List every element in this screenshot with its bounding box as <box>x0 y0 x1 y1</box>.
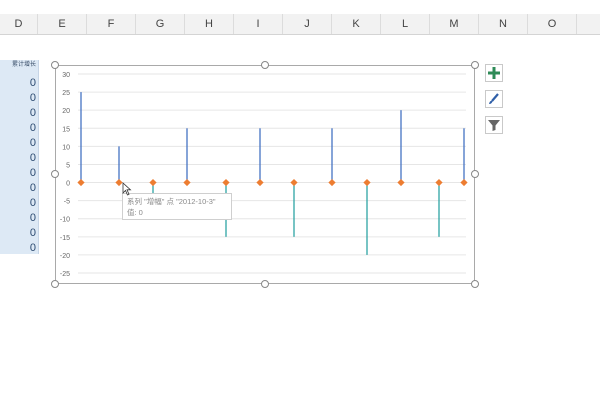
cell-value[interactable]: 0 <box>0 92 36 104</box>
mouse-cursor-icon <box>122 182 132 196</box>
column-header-bar: DEFGHIJKLMNO <box>0 14 600 35</box>
y-tick-label: 20 <box>62 108 70 115</box>
resize-handle[interactable] <box>471 61 479 69</box>
cell-value[interactable]: 0 <box>0 152 36 164</box>
cell-value[interactable]: 0 <box>0 137 36 149</box>
data-point-marker[interactable] <box>435 178 443 187</box>
chart-tooltip: 系列 "增幅" 点 "2012-10-3" 值: 0 <box>122 193 232 220</box>
data-column-cells[interactable]: 累计增长 0 0 0 0 0 0 0 0 0 0 0 0 <box>0 60 39 254</box>
y-tick-label: -15 <box>60 235 70 242</box>
data-point-marker[interactable] <box>149 178 157 187</box>
y-tick-label: -25 <box>60 271 70 278</box>
y-tick-label: 5 <box>66 162 70 169</box>
column-header-d[interactable]: D <box>0 14 38 34</box>
column-header-k[interactable]: K <box>332 14 381 34</box>
resize-handle[interactable] <box>51 61 59 69</box>
column-header-f[interactable]: F <box>87 14 136 34</box>
y-tick-label: 25 <box>62 90 70 97</box>
chart-svg: 30 25 20 15 10 5 0 -5 -10 -15 -20 -25 <box>60 72 468 278</box>
plus-icon <box>488 67 500 79</box>
data-point-marker[interactable] <box>290 178 298 187</box>
cell-value[interactable]: 0 <box>0 197 36 209</box>
column-header-n[interactable]: N <box>479 14 528 34</box>
data-point-marker[interactable] <box>183 178 191 187</box>
y-tick-label: 0 <box>66 181 70 188</box>
column-header-j[interactable]: J <box>283 14 332 34</box>
resize-handle[interactable] <box>51 170 59 178</box>
y-tick-label: 30 <box>62 72 70 79</box>
data-point-marker[interactable] <box>397 178 405 187</box>
cell-value[interactable]: 0 <box>0 167 36 179</box>
column-header-h[interactable]: H <box>185 14 234 34</box>
add-chart-element-button[interactable] <box>485 64 503 82</box>
cell-value[interactable]: 0 <box>0 77 36 89</box>
y-tick-label: -5 <box>64 199 70 206</box>
data-point-marker[interactable] <box>460 178 468 187</box>
cell-value[interactable]: 0 <box>0 227 36 239</box>
chart-style-button[interactable] <box>485 90 503 108</box>
resize-handle[interactable] <box>471 170 479 178</box>
cell-value[interactable]: 0 <box>0 122 36 134</box>
filter-icon <box>488 120 500 131</box>
y-tick-label: -10 <box>60 217 70 224</box>
cell-value[interactable]: 0 <box>0 242 36 254</box>
chart-filter-button[interactable] <box>485 116 503 134</box>
data-point-marker[interactable] <box>256 178 264 187</box>
tooltip-series-label: 系列 "增幅" 点 "2012-10-3" <box>127 197 216 206</box>
resize-handle[interactable] <box>471 280 479 288</box>
cell-header[interactable]: 累计增长 <box>0 62 36 68</box>
column-header-g[interactable]: G <box>136 14 185 34</box>
resize-handle[interactable] <box>261 280 269 288</box>
cell-value[interactable]: 0 <box>0 212 36 224</box>
resize-handle[interactable] <box>51 280 59 288</box>
tooltip-value-label: 值: 0 <box>127 208 143 217</box>
column-header-m[interactable]: M <box>430 14 479 34</box>
y-tick-label: -20 <box>60 253 70 260</box>
cell-value[interactable]: 0 <box>0 107 36 119</box>
data-point-marker[interactable] <box>77 178 85 187</box>
column-header-i[interactable]: I <box>234 14 283 34</box>
chart-area[interactable]: 30 25 20 15 10 5 0 -5 -10 -15 -20 -25 <box>55 65 475 284</box>
data-point-marker[interactable] <box>363 178 371 187</box>
y-tick-label: 15 <box>62 126 70 133</box>
data-point-marker[interactable] <box>222 178 230 187</box>
brush-icon <box>489 93 499 104</box>
column-header-l[interactable]: L <box>381 14 430 34</box>
data-point-marker[interactable] <box>328 178 336 187</box>
column-header-e[interactable]: E <box>38 14 87 34</box>
y-tick-label: 10 <box>62 144 70 151</box>
cell-value[interactable]: 0 <box>0 182 36 194</box>
resize-handle[interactable] <box>261 61 269 69</box>
column-header-o[interactable]: O <box>528 14 577 34</box>
